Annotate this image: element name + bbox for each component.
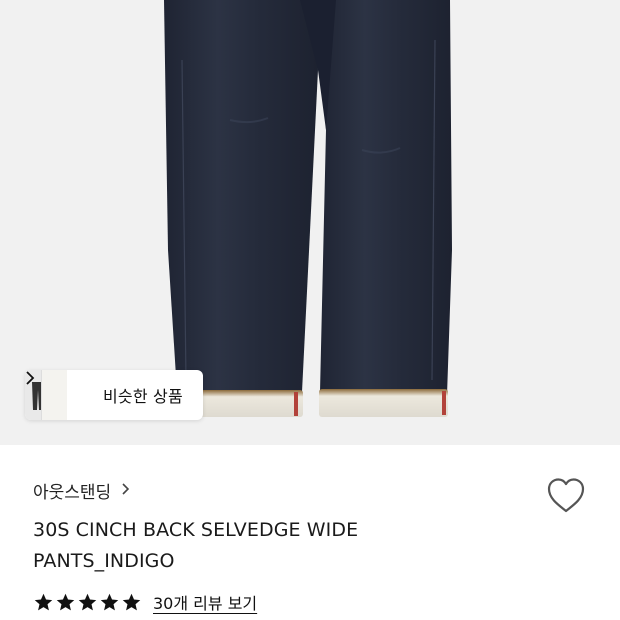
similar-products-label: 비슷한 상품	[103, 387, 183, 406]
reviews-link[interactable]: 30개 리뷰 보기	[153, 590, 257, 614]
star-icon	[78, 593, 97, 610]
chevron-right-icon	[121, 481, 130, 501]
star-rating	[33, 592, 143, 613]
similar-products-button[interactable]: 비슷한 상품	[25, 370, 203, 420]
star-icon	[56, 593, 75, 610]
title-line-2: PANTS_INDIGO	[33, 550, 175, 572]
left-leg	[164, 0, 318, 392]
star-icon	[100, 593, 119, 610]
brand-link[interactable]: 아웃스탠딩	[33, 478, 130, 503]
star-icon	[122, 593, 141, 610]
title-line-1: 30S CINCH BACK SELVEDGE WIDE	[33, 519, 359, 541]
product-image[interactable]: 비슷한 상품	[0, 0, 620, 445]
right-cuff	[319, 389, 448, 417]
similar-thumb-2	[41, 370, 67, 420]
rating-row: 30개 리뷰 보기	[33, 590, 257, 614]
heart-outline-icon[interactable]	[545, 476, 587, 516]
product-title: 30S CINCH BACK SELVEDGE WIDE PANTS_INDIG…	[33, 515, 453, 577]
star-icon	[34, 593, 53, 610]
brand-name: 아웃스탠딩	[33, 483, 112, 503]
